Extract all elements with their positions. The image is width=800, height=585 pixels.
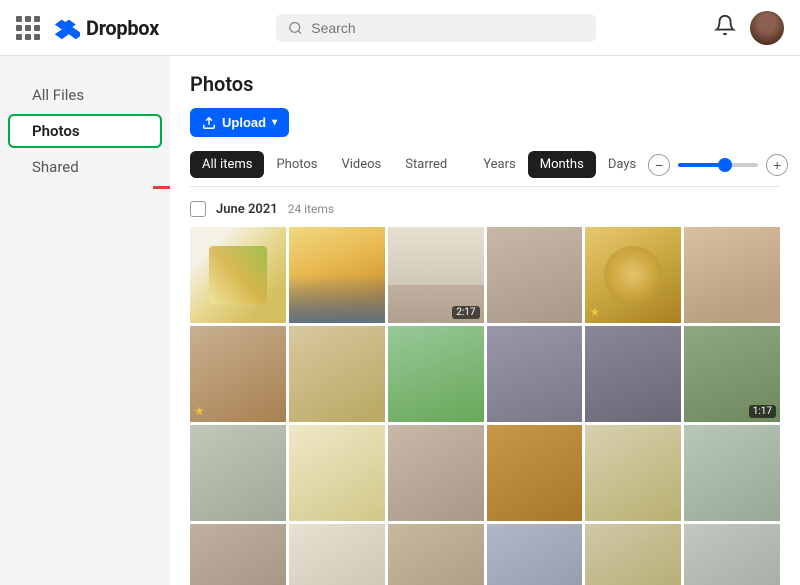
- tab-starred[interactable]: Starred: [393, 151, 459, 178]
- upload-chevron-icon: ▾: [272, 117, 277, 128]
- photo-cell[interactable]: [487, 227, 583, 323]
- photo-cell[interactable]: [190, 524, 286, 585]
- tab-years[interactable]: Years: [471, 151, 527, 178]
- page-title: Photos: [190, 72, 780, 96]
- photo-cell[interactable]: [190, 425, 286, 521]
- photo-cell[interactable]: [585, 524, 681, 585]
- photo-cell[interactable]: ★: [190, 326, 286, 422]
- tab-all-items[interactable]: All items: [190, 151, 264, 178]
- navbar-center: [276, 14, 596, 42]
- navbar-right: [714, 11, 784, 45]
- photo-cell[interactable]: 1:17: [684, 326, 780, 422]
- upload-label: Upload: [222, 115, 266, 130]
- sidebar-item-shared[interactable]: Shared: [8, 150, 162, 184]
- logo-text: Dropbox: [86, 16, 159, 40]
- upload-icon: [202, 116, 216, 130]
- photo-cell[interactable]: [684, 425, 780, 521]
- filter-group-main: All items Photos Videos Starred: [190, 151, 459, 178]
- zoom-controls: − +: [648, 154, 788, 176]
- grid-menu-icon[interactable]: [16, 16, 40, 40]
- duration-badge: 2:17: [452, 306, 479, 319]
- section-header: June 2021 24 items: [190, 201, 780, 217]
- section-label: June 2021: [216, 202, 278, 217]
- star-icon: ★: [589, 305, 600, 319]
- zoom-in-button[interactable]: +: [766, 154, 788, 176]
- photo-cell[interactable]: [585, 326, 681, 422]
- photo-cell[interactable]: [388, 524, 484, 585]
- photo-cell[interactable]: [388, 326, 484, 422]
- tab-days[interactable]: Days: [596, 151, 648, 178]
- dropbox-logo[interactable]: Dropbox: [52, 14, 159, 42]
- section-count: 24 items: [288, 202, 334, 216]
- upload-button[interactable]: Upload ▾: [190, 108, 289, 137]
- photo-cell[interactable]: ★: [585, 227, 681, 323]
- duration-badge: 1:17: [749, 405, 776, 418]
- notification-icon[interactable]: [714, 14, 736, 41]
- photo-cell[interactable]: [388, 425, 484, 521]
- photo-grid: 2:17 ★ ★: [190, 227, 780, 585]
- dropbox-icon: [52, 14, 80, 42]
- sidebar-item-photos[interactable]: Photos: [8, 114, 162, 148]
- navbar-left: Dropbox: [16, 14, 159, 42]
- tab-photos[interactable]: Photos: [264, 151, 329, 178]
- filter-bar: All items Photos Videos Starred Years Mo…: [190, 151, 780, 187]
- search-icon: [288, 20, 303, 36]
- avatar[interactable]: [750, 11, 784, 45]
- photo-cell[interactable]: 2:17: [388, 227, 484, 323]
- photo-cell[interactable]: [289, 425, 385, 521]
- avatar-image: [750, 11, 784, 45]
- photo-cell[interactable]: [585, 425, 681, 521]
- photo-cell[interactable]: [684, 227, 780, 323]
- sidebar-item-all-files[interactable]: All Files: [8, 78, 162, 112]
- photo-cell[interactable]: [289, 227, 385, 323]
- zoom-slider[interactable]: [678, 163, 758, 167]
- photo-cell[interactable]: [487, 425, 583, 521]
- star-icon: ★: [194, 404, 205, 418]
- search-input[interactable]: [311, 20, 584, 36]
- photo-cell[interactable]: [487, 326, 583, 422]
- tab-videos[interactable]: Videos: [329, 151, 393, 178]
- search-bar: [276, 14, 596, 42]
- photo-cell[interactable]: [190, 227, 286, 323]
- main-layout: All Files Photos Shared Photos Upload ▾ …: [0, 56, 800, 585]
- photo-cell[interactable]: [487, 524, 583, 585]
- filter-group-time: Years Months Days: [471, 151, 648, 178]
- navbar: Dropbox: [0, 0, 800, 56]
- sidebar: All Files Photos Shared: [0, 56, 170, 585]
- tab-months[interactable]: Months: [528, 151, 596, 178]
- section-checkbox[interactable]: [190, 201, 206, 217]
- zoom-out-button[interactable]: −: [648, 154, 670, 176]
- photo-cell[interactable]: [289, 326, 385, 422]
- content-area: Photos Upload ▾ All items Photos Videos …: [170, 56, 800, 585]
- photo-cell[interactable]: [289, 524, 385, 585]
- photo-cell[interactable]: [684, 524, 780, 585]
